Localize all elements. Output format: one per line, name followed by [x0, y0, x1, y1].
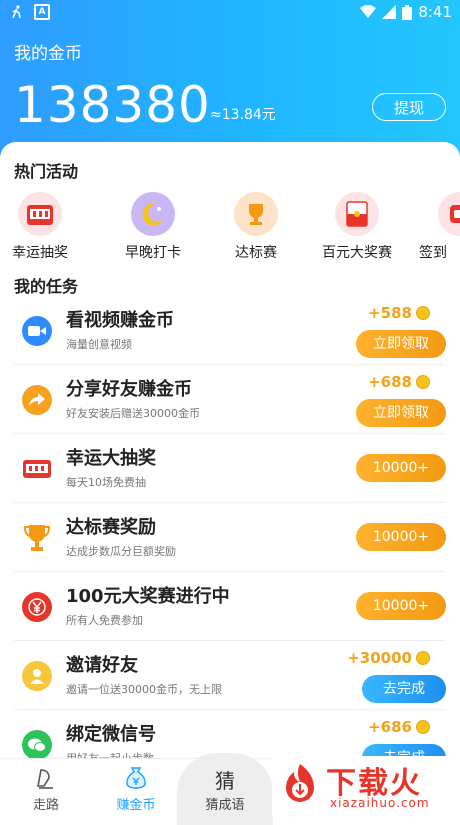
reward-amount: +30000 — [347, 649, 412, 667]
status-time: 8:41 — [418, 3, 452, 21]
watermark-url: xiazaihuo.com — [330, 796, 430, 810]
activity-target-race[interactable]: 达标赛 — [211, 192, 301, 262]
app-notification-icon: A — [34, 4, 50, 20]
task-reward: +588 — [368, 304, 430, 322]
moon-star-icon — [131, 192, 175, 236]
coin-icon — [416, 720, 430, 734]
task-description: 邀请一位送30000金币，无上限 — [66, 683, 222, 696]
nav-tab-walk[interactable]: 走路 — [6, 759, 86, 817]
guess-char-icon: 猜 — [215, 768, 235, 793]
claim-button[interactable]: 立即领取 — [356, 330, 446, 358]
task-reward: +30000 — [347, 649, 430, 667]
coin-balance: 138380 — [14, 76, 211, 134]
walking-person-icon — [12, 5, 21, 19]
task-description: 每天10场免费抽 — [66, 476, 146, 489]
task-name: 达标赛奖励 — [66, 517, 156, 538]
reward-amount: +588 — [368, 304, 412, 322]
task-name: 100元大奖赛进行中 — [66, 586, 230, 607]
money-bag-icon — [126, 767, 146, 789]
draw-button[interactable]: 10000+ — [356, 454, 446, 482]
task-name: 分享好友赚金币 — [66, 379, 192, 400]
task-description: 好友安装后赠送30000金币 — [66, 407, 200, 420]
reward-amount: +688 — [368, 373, 412, 391]
task-description: 达成步数瓜分巨额奖励 — [66, 545, 176, 558]
activity-label: 早晚打卡 — [125, 245, 181, 261]
task-description: 海量创意视频 — [66, 338, 132, 351]
withdraw-button[interactable]: 提现 — [372, 93, 446, 121]
coin-icon — [416, 651, 430, 665]
reward-amount: +686 — [368, 718, 412, 736]
walk-icon — [37, 769, 53, 789]
race-button[interactable]: 10000+ — [356, 523, 446, 551]
coin-title: 我的金币 — [14, 44, 82, 64]
battery-icon — [402, 4, 413, 20]
task-name: 幸运大抽奖 — [66, 448, 156, 469]
invite-person-icon — [22, 661, 52, 691]
coin-icon — [416, 306, 430, 320]
task-name: 邀请好友 — [66, 655, 138, 676]
nav-label: 走路 — [32, 798, 59, 813]
task-name: 绑定微信号 — [66, 724, 156, 745]
my-tasks-title: 我的任务 — [14, 277, 79, 296]
task-row-lucky-draw: 幸运大抽奖 每天10场免费抽 10000+ — [14, 434, 446, 503]
activity-morning-evening-checkin[interactable]: 早晚打卡 — [108, 192, 198, 262]
hot-activities-title: 热门活动 — [14, 162, 79, 181]
task-name: 看视频赚金币 — [66, 310, 174, 331]
activity-label: 幸运抽奖 — [12, 245, 68, 261]
task-row-target-race-reward: 达标赛奖励 达成步数瓜分巨额奖励 10000+ — [14, 503, 446, 572]
status-bar: A 8:41 — [0, 0, 460, 24]
trophy-icon — [234, 192, 278, 236]
activity-label: 签到 — [419, 245, 447, 261]
nav-label: 猜成语 — [205, 798, 245, 813]
claim-button[interactable]: 立即领取 — [356, 399, 446, 427]
task-reward: +686 — [368, 718, 430, 736]
nav-tab-guess-idiom[interactable]: 猜 猜成语 — [185, 759, 265, 817]
flame-logo-icon — [286, 764, 314, 802]
task-reward: +688 — [368, 373, 430, 391]
nav-tab-earn-coins[interactable]: 赚金币 — [96, 759, 176, 817]
share-arrow-icon — [22, 385, 52, 415]
task-row-watch-video: 看视频赚金币 海量创意视频 +588 立即领取 — [14, 296, 446, 365]
wechat-icon — [22, 730, 52, 760]
coin-icon — [416, 375, 430, 389]
site-watermark: 下载火 xiazaihuo.com — [272, 756, 460, 816]
activity-hundred-yuan-race[interactable]: 百元大奖赛 — [312, 192, 402, 262]
red-envelope-icon — [335, 192, 379, 236]
wifi-icon — [360, 5, 377, 18]
task-row-invite-friends: 邀请好友 邀请一位送30000金币，无上限 +30000 去完成 — [14, 641, 446, 710]
task-description: 所有人免费参加 — [66, 614, 143, 627]
yuan-coin-icon — [22, 592, 52, 622]
activity-label: 达标赛 — [235, 245, 277, 261]
race-button[interactable]: 10000+ — [356, 592, 446, 620]
signal-icon — [382, 5, 397, 19]
nav-label: 赚金币 — [116, 798, 156, 813]
video-camera-icon — [22, 316, 52, 346]
trophy-icon — [22, 523, 52, 553]
activity-label: 百元大奖赛 — [322, 245, 392, 261]
task-row-share-friends: 分享好友赚金币 好友安装后赠送30000金币 +688 立即领取 — [14, 365, 446, 434]
slot-machine-icon — [22, 454, 52, 484]
slot-machine-icon — [18, 192, 62, 236]
task-row-hundred-yuan-race: 100元大奖赛进行中 所有人免费参加 10000+ — [14, 572, 446, 641]
activity-sign-in[interactable]: 签到 — [415, 192, 460, 262]
hot-activities-row: 幸运抽奖 早晚打卡 达标赛 百元大奖赛 签到 — [0, 192, 460, 262]
coin-approx-value: ≈13.84元 — [210, 107, 276, 123]
activity-lucky-draw[interactable]: 幸运抽奖 — [0, 192, 85, 262]
checkin-icon — [438, 192, 460, 236]
content-panel: 热门活动 幸运抽奖 早晚打卡 达标赛 百元大奖赛 签到 我的任务 看视频赚金币 … — [0, 142, 460, 816]
complete-button[interactable]: 去完成 — [362, 675, 446, 703]
